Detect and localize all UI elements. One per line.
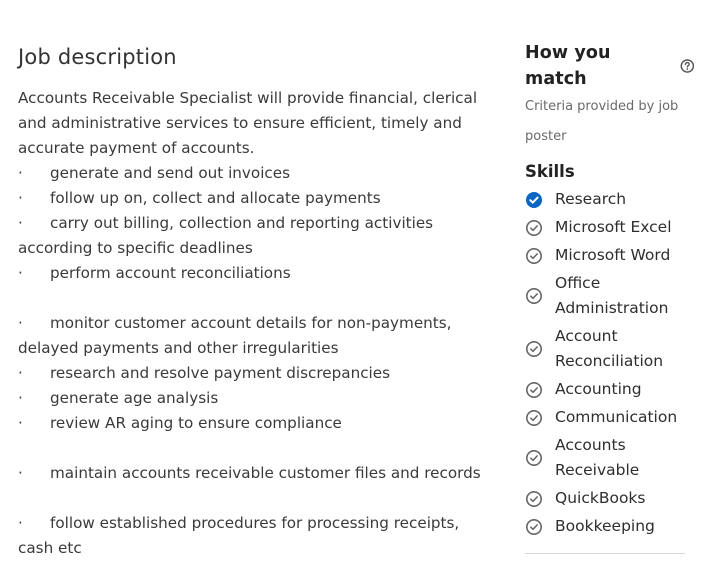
- bullet-dot-icon: ·: [18, 389, 23, 407]
- description-text-line: according to specific deadlines: [18, 239, 253, 257]
- bullet-text: maintain accounts receivable customer fi…: [50, 464, 481, 482]
- skill-label-line: Receivable: [555, 461, 640, 479]
- check-circle-outline-icon: [526, 490, 542, 507]
- bullet-item: · review AR aging to ensure compliance: [18, 411, 493, 436]
- skill-label-line: Reconciliation: [555, 352, 664, 370]
- skill-label: Accounting: [555, 380, 642, 398]
- bullet-item: · maintain accounts receivable customer f…: [18, 461, 493, 486]
- bullet-dot-icon: ·: [18, 264, 23, 282]
- bullet-text: carry out billing, collection and report…: [50, 214, 434, 232]
- bullet-item: · research and resolve payment discrepanc…: [18, 361, 493, 386]
- how-you-match-panel: How you match Criteria provided by job p…: [525, 40, 695, 554]
- divider: [525, 553, 685, 554]
- skill-label-line: Office: [555, 274, 601, 292]
- bullet-dot-icon: ·: [18, 214, 23, 232]
- check-circle-outline-icon: [526, 409, 542, 426]
- bullet-item: · generate age analysis: [18, 386, 493, 411]
- skill-label: Office Administration: [555, 271, 668, 321]
- skill-label: Accounts Receivable: [555, 433, 639, 483]
- skill-label: Communication: [555, 408, 678, 426]
- bullet-dot-icon: ·: [18, 364, 23, 382]
- check-circle-outline-icon: [526, 450, 542, 466]
- skill-label: Research: [555, 190, 627, 208]
- description-text-line: cash etc: [18, 539, 82, 557]
- skill-item: Accounts Receivable: [525, 433, 695, 483]
- check-circle-outline-icon: [526, 381, 542, 398]
- bullet-item: · monitor customer account details for no…: [18, 311, 493, 336]
- skill-label: Account Reconciliation: [555, 324, 663, 374]
- bullet-item: · perform account reconciliations: [18, 261, 493, 286]
- bullet-text: follow established procedures for proces…: [50, 514, 460, 532]
- check-circle-outline-icon: [526, 518, 542, 535]
- check-circle-outline-icon: [526, 288, 542, 304]
- description-text-line: and administrative services to ensure ef…: [18, 114, 462, 132]
- skill-item: Microsoft Excel: [525, 215, 695, 240]
- question-circle-icon[interactable]: [680, 58, 695, 74]
- bullet-dot-icon: ·: [18, 514, 23, 532]
- skill-item: Account Reconciliation: [525, 324, 695, 374]
- skills-heading: Skills: [525, 162, 575, 181]
- description-text-line: accurate payment of accounts.: [18, 139, 255, 157]
- skill-item: QuickBooks: [525, 486, 695, 511]
- bullet-text: research and resolve payment discrepanci…: [50, 364, 391, 382]
- skill-label: QuickBooks: [555, 489, 646, 507]
- check-circle-outline-icon: [526, 247, 542, 264]
- skill-item: Microsoft Word: [525, 243, 695, 268]
- skill-label: Microsoft Word: [555, 246, 671, 264]
- bullet-text: review AR aging to ensure compliance: [50, 414, 342, 432]
- skill-label-line: Administration: [555, 299, 669, 317]
- criteria-note: Criteria provided by job poster: [525, 92, 690, 152]
- job-description-section: Job description Accounts Receivable Spec…: [18, 42, 493, 561]
- skill-label: Microsoft Excel: [555, 218, 672, 236]
- job-description-body: Accounts Receivable Specialist will prov…: [18, 86, 493, 561]
- bullet-dot-icon: ·: [18, 464, 23, 482]
- bullet-item: · follow established procedures for proce…: [18, 511, 493, 536]
- bullet-dot-icon: ·: [18, 414, 23, 432]
- bullet-text: generate age analysis: [50, 389, 219, 407]
- check-circle-outline-icon: [526, 219, 542, 236]
- skill-item: Accounting: [525, 377, 695, 402]
- how-you-match-title: How you match: [525, 43, 611, 89]
- bullet-item: · carry out billing, collection and repor…: [18, 211, 493, 236]
- bullet-dot-icon: ·: [18, 189, 23, 207]
- skill-label-line: Account: [555, 327, 618, 345]
- skill-item: Communication: [525, 405, 695, 430]
- skill-item: Office Administration: [525, 271, 695, 321]
- bullet-item: · follow up on, collect and allocate paym…: [18, 186, 493, 211]
- description-text-line: Accounts Receivable Specialist will prov…: [18, 89, 478, 107]
- job-description-title: Job description: [18, 45, 177, 69]
- bullet-text: generate and send out invoices: [50, 164, 291, 182]
- skills-list: Research Microsoft Excel Microsoft Word Off…: [525, 187, 695, 539]
- bullet-dot-icon: ·: [18, 314, 23, 332]
- description-text-line: delayed payments and other irregularitie…: [18, 339, 339, 357]
- bullet-dot-icon: ·: [18, 164, 23, 182]
- check-circle-filled-icon: [526, 191, 542, 208]
- bullet-text: monitor customer account details for non…: [50, 314, 452, 332]
- criteria-line-1: Criteria provided by job: [525, 99, 679, 114]
- check-circle-outline-icon: [526, 341, 542, 357]
- skill-label-line: Accounts: [555, 436, 626, 454]
- how-you-match-header: How you match: [525, 40, 695, 92]
- skill-item: Bookkeeping: [525, 514, 695, 539]
- bullet-text: follow up on, collect and allocate payme…: [50, 189, 381, 207]
- bullet-text: perform account reconciliations: [50, 264, 291, 282]
- skill-label: Bookkeeping: [555, 517, 655, 535]
- criteria-line-2: poster: [525, 129, 567, 144]
- bullet-item: · generate and send out invoices: [18, 161, 493, 186]
- skill-item: Research: [525, 187, 695, 212]
